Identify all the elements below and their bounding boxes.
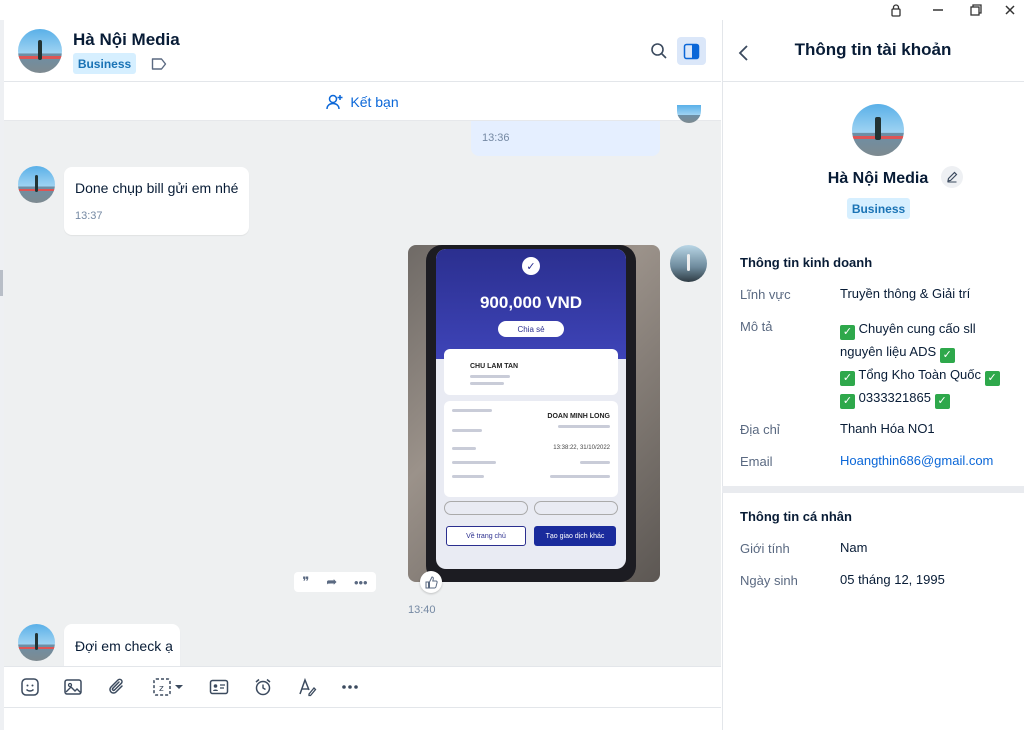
check-mark-icon: ✓ — [840, 371, 855, 386]
address-label: Địa chỉ — [740, 422, 780, 437]
message-text: Done chụp bill gửi em nhé — [75, 180, 239, 196]
message-time: 13:36 — [482, 132, 510, 144]
check-mark-icon: ✓ — [934, 394, 950, 409]
message-actions: ❞ ➦ ••• — [294, 572, 376, 592]
receiver-name: CHU LAM TAN — [470, 363, 519, 370]
profile-business-badge: Business — [847, 198, 910, 219]
check-mark-icon: ✓ — [984, 371, 1000, 386]
contact-name[interactable]: Hà Nội Media — [73, 30, 180, 50]
add-friend-label: Kết bạn — [350, 93, 399, 110]
description-label: Mô tả — [740, 319, 773, 334]
edit-icon[interactable] — [941, 166, 963, 188]
scroll-marker — [0, 270, 3, 296]
receipt-amount: 900,000 VND — [479, 293, 583, 312]
message-text: Đợi em check ạ — [75, 638, 173, 654]
format-text-icon[interactable] — [294, 674, 320, 700]
more-icon[interactable] — [337, 674, 363, 700]
personal-info-title: Thông tin cá nhân — [740, 509, 852, 524]
description-line: Tổng Kho Toàn Quốc — [858, 367, 982, 382]
description-line: 0333321865 — [858, 390, 931, 405]
attach-icon[interactable] — [104, 674, 130, 700]
check-mark-icon: ✓ — [840, 394, 855, 409]
business-info-title: Thông tin kinh doanh — [740, 255, 873, 270]
message-bubble[interactable] — [64, 167, 249, 235]
forward-icon[interactable]: ➦ — [326, 574, 337, 590]
description-line: Chuyên cung cấo sll — [858, 321, 976, 336]
chevron-down-icon[interactable] — [174, 682, 184, 692]
quote-icon[interactable]: ❞ — [302, 574, 309, 590]
minimize-icon[interactable] — [922, 0, 954, 20]
image-icon[interactable] — [60, 674, 86, 700]
gender-label: Giới tính — [740, 541, 790, 556]
more-actions-icon[interactable]: ••• — [354, 575, 368, 590]
reminder-icon[interactable] — [250, 674, 276, 700]
contact-avatar-small[interactable] — [18, 166, 55, 203]
email-label: Email — [740, 454, 773, 469]
description-value: ✓ Chuyên cung cấo sll nguyên liệu ADS ✓ … — [840, 317, 1020, 409]
sticker-icon[interactable] — [17, 674, 43, 700]
profile-avatar[interactable] — [852, 104, 904, 156]
birthday-label: Ngày sinh — [740, 573, 798, 588]
contact-avatar[interactable] — [18, 29, 62, 73]
birthday-value: 05 tháng 12, 1995 — [840, 572, 945, 587]
window-titlebar — [0, 0, 1024, 20]
home-button: Về trang chủ — [446, 526, 526, 546]
field-label: Lĩnh vực — [740, 287, 791, 302]
message-time: 13:37 — [75, 210, 103, 222]
message-input[interactable] — [4, 708, 721, 730]
receipt-datetime: 13:38:22, 31/10/2022 — [553, 445, 610, 451]
gender-value: Nam — [840, 540, 868, 555]
like-icon[interactable] — [420, 571, 442, 593]
receipt-photo[interactable]: ✓ 900,000 VND Chia sẻ CHU LAM TAN DOAN M… — [408, 245, 660, 582]
add-user-icon — [326, 94, 343, 109]
section-divider — [722, 486, 1024, 493]
svg-text:z: z — [159, 684, 164, 694]
restore-icon[interactable] — [960, 0, 992, 20]
check-circle-icon: ✓ — [522, 257, 540, 275]
address-value: Thanh Hóa NO1 — [840, 421, 935, 436]
add-friend-button[interactable]: Kết bạn — [4, 83, 721, 121]
business-badge: Business — [73, 53, 136, 74]
contact-card-icon[interactable] — [206, 674, 232, 700]
close-icon[interactable] — [994, 0, 1024, 20]
screenshot-icon[interactable]: z — [147, 674, 189, 700]
profile-name: Hà Nội Media — [722, 170, 1024, 188]
check-mark-icon: ✓ — [939, 348, 955, 363]
lock-icon[interactable] — [880, 0, 912, 20]
share-button: Chia sẻ — [498, 321, 564, 337]
panel-title: Thông tin tài khoản — [794, 40, 952, 59]
new-transaction-button: Tạo giao dịch khác — [534, 526, 616, 546]
toggle-info-panel-icon[interactable] — [677, 37, 706, 65]
sender-name: DOAN MINH LONG — [547, 413, 610, 420]
field-value: Truyền thông & Giải trí — [840, 286, 971, 301]
email-link[interactable]: Hoangthin686@gmail.com — [840, 449, 993, 472]
search-icon[interactable] — [646, 38, 672, 64]
contact-avatar-small[interactable] — [18, 624, 55, 661]
check-mark-icon: ✓ — [840, 325, 855, 340]
profile-name-text: Hà Nội Media — [827, 170, 929, 187]
own-avatar[interactable] — [670, 245, 707, 282]
message-time: 13:40 — [408, 604, 436, 616]
description-line: nguyên liệu ADS — [840, 344, 937, 359]
tag-icon[interactable] — [151, 57, 167, 71]
